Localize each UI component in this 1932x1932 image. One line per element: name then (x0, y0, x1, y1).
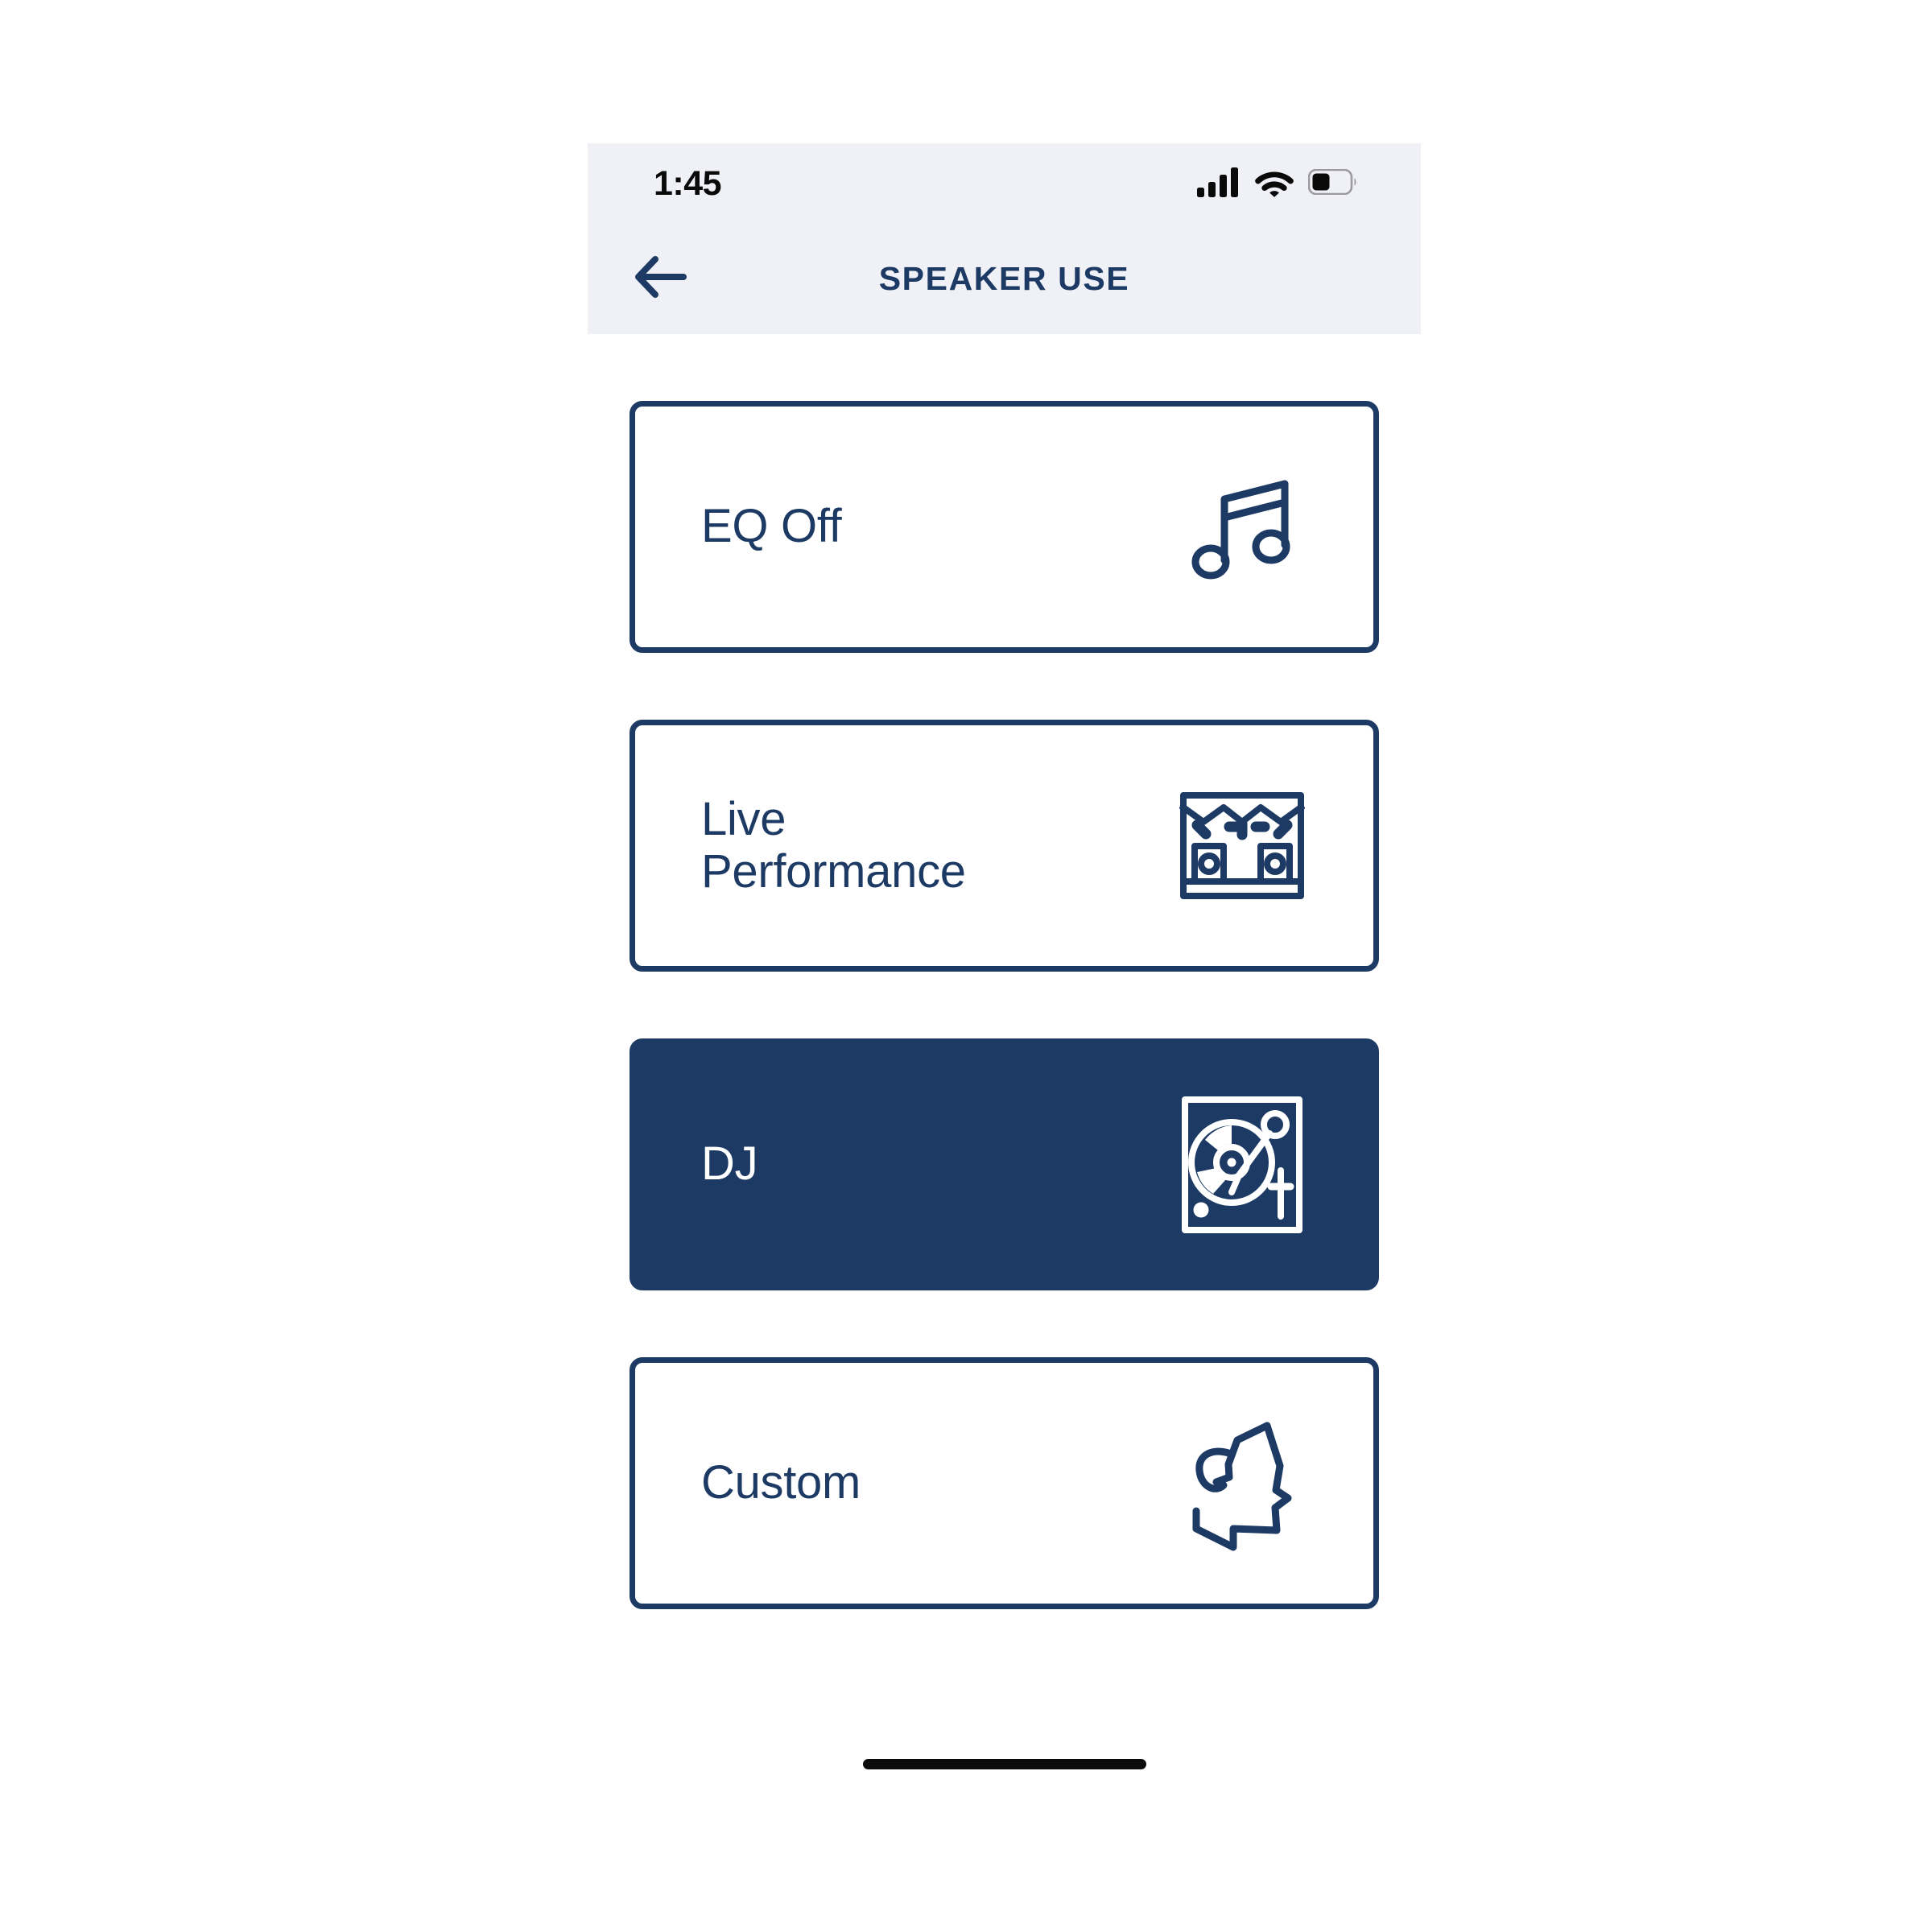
option-card-live-performance[interactable]: Live Performance (630, 720, 1379, 972)
home-indicator[interactable] (862, 1759, 1146, 1769)
nav-bar: SPEAKER USE (588, 224, 1421, 334)
back-button[interactable] (626, 245, 696, 314)
status-bar-icons (1197, 167, 1358, 201)
turntable-icon (1166, 1088, 1319, 1241)
battery-icon (1307, 168, 1358, 199)
option-label-eq-off: EQ Off (701, 500, 842, 553)
top-chrome: 1:45 SPEAKER USE (588, 143, 1421, 334)
status-bar: 1:45 (588, 143, 1421, 224)
page-title: SPEAKER USE (878, 260, 1130, 297)
wifi-icon (1254, 167, 1294, 201)
app-screen: 1:45 SPEAKER USE EQ Off Live Performance… (0, 0, 1932, 1932)
option-label-live-performance: Live Performance (701, 792, 966, 898)
option-label-custom: Custom (701, 1456, 861, 1509)
option-card-eq-off[interactable]: EQ Off (630, 401, 1379, 653)
arrow-left-icon (633, 254, 689, 304)
option-card-custom[interactable]: Custom (630, 1357, 1379, 1609)
phone-viewport: 1:45 SPEAKER USE EQ Off Live Performance… (588, 143, 1421, 1802)
cellular-signal-icon (1197, 167, 1241, 201)
option-label-dj: DJ (701, 1137, 758, 1191)
stage-icon (1166, 770, 1319, 923)
music-note-icon (1166, 451, 1319, 604)
speaker-use-options-list: EQ Off Live Performance DJ Custom (588, 334, 1421, 1609)
option-card-dj[interactable]: DJ (630, 1038, 1379, 1290)
status-bar-time: 1:45 (654, 163, 722, 203)
head-profile-icon (1166, 1407, 1319, 1560)
